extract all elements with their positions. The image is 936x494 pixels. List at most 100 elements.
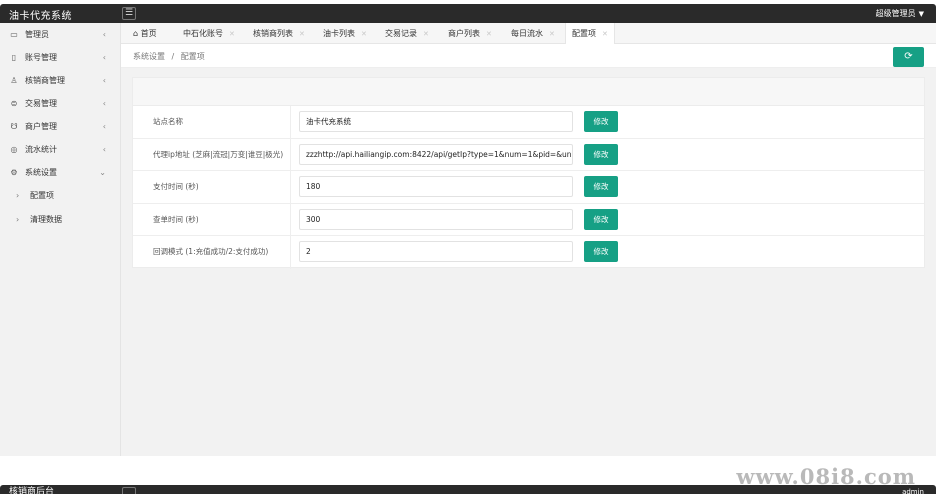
breadcrumb-bar: 系统设置 / 配置项 ⟳ bbox=[121, 44, 936, 68]
chevron-down-icon: ⌄ bbox=[99, 168, 106, 177]
tab-verify-merchants[interactable]: 核销商列表 ✕ bbox=[247, 23, 311, 44]
close-icon[interactable]: ✕ bbox=[486, 30, 492, 38]
close-icon[interactable]: ✕ bbox=[229, 30, 235, 38]
chevron-left-icon: ‹ bbox=[102, 145, 106, 154]
close-icon[interactable]: ✕ bbox=[361, 30, 367, 38]
menu-toggle-button[interactable] bbox=[122, 487, 136, 494]
save-callback-mode-button[interactable]: 修改 bbox=[584, 241, 618, 262]
tab-label: 每日流水 bbox=[511, 29, 543, 38]
setting-label: 回调模式 (1:充值成功/2:支付成功) bbox=[133, 236, 291, 269]
user-icon: ♙ bbox=[10, 76, 18, 85]
user-name: 超级管理员 bbox=[875, 9, 916, 18]
sidebar-item-statistics[interactable]: ◎ 流水统计 ‹ bbox=[0, 138, 120, 161]
sidebar-item-label: 管理员 bbox=[25, 30, 49, 39]
tab-transactions[interactable]: 交易记录 ✕ bbox=[379, 23, 435, 44]
phone-icon: ▯ bbox=[11, 53, 17, 62]
card-header bbox=[133, 78, 924, 106]
sidebar: ▭ 管理员 ‹ ▯ 账号管理 ‹ ♙ 核销商管理 ‹ ⊜ 交易管理 ‹ ☋ 商户管理 ‹ ◎ 流水统计… bbox=[0, 23, 121, 456]
sidebar-item-shops[interactable]: ☋ 商户管理 ‹ bbox=[0, 115, 120, 138]
breadcrumb-separator: / bbox=[171, 52, 175, 61]
settings-card: 站点名称 油卡代充系统 修改 代理ip地址 (芝麻|流冠|万变|谁豆|极光) z… bbox=[132, 77, 925, 269]
breadcrumb-parent[interactable]: 系统设置 bbox=[133, 52, 165, 61]
chevron-right-icon: › bbox=[16, 215, 20, 224]
tab-sinopec-accounts[interactable]: 中石化账号 ✕ bbox=[177, 23, 241, 44]
chevron-left-icon: ‹ bbox=[102, 30, 106, 39]
tab-label: 配置项 bbox=[572, 29, 596, 38]
database-icon: ⊜ bbox=[10, 99, 18, 108]
tab-label: 油卡列表 bbox=[323, 29, 355, 38]
chevron-right-icon: › bbox=[16, 191, 20, 200]
tab-label: 交易记录 bbox=[385, 29, 417, 38]
save-pay-time-button[interactable]: 修改 bbox=[584, 176, 618, 197]
caret-down-icon: ▼ bbox=[918, 10, 924, 18]
refresh-button[interactable]: ⟳ bbox=[893, 47, 924, 67]
hamburger-icon: ☰ bbox=[124, 8, 134, 18]
tab-bar: ⌂ 首页 中石化账号 ✕ 核销商列表 ✕ 油卡列表 ✕ 交易记录 ✕ 商户列表 ✕ 每日流… bbox=[121, 23, 936, 45]
handshake-icon: ☋ bbox=[10, 122, 18, 131]
tab-label: 商户列表 bbox=[448, 29, 480, 38]
gear-icon: ⚙ bbox=[10, 168, 18, 177]
sidebar-subitem-label: 配置项 bbox=[30, 191, 54, 200]
tab-label: 首页 bbox=[140, 29, 157, 38]
sidebar-item-label: 核销商管理 bbox=[25, 76, 65, 85]
sidebar-item-accounts[interactable]: ▯ 账号管理 ‹ bbox=[0, 46, 120, 69]
id-card-icon: ▭ bbox=[10, 30, 18, 39]
site-name-input[interactable]: 油卡代充系统 bbox=[299, 111, 573, 132]
app-title: 油卡代充系统 bbox=[9, 11, 72, 22]
pay-time-input[interactable]: 180 bbox=[299, 176, 573, 197]
breadcrumb-current: 配置项 bbox=[180, 52, 205, 61]
sidebar-item-label: 账号管理 bbox=[25, 53, 57, 62]
sidebar-item-settings[interactable]: ⚙ 系统设置 ⌄ bbox=[0, 161, 120, 184]
chevron-left-icon: ‹ bbox=[102, 76, 106, 85]
setting-label: 支付时间 (秒) bbox=[133, 171, 291, 203]
sidebar-item-admin[interactable]: ▭ 管理员 ‹ bbox=[0, 23, 120, 46]
sidebar-item-transactions[interactable]: ⊜ 交易管理 ‹ bbox=[0, 92, 120, 115]
tab-oil-cards[interactable]: 油卡列表 ✕ bbox=[317, 23, 373, 44]
chevron-left-icon: ‹ bbox=[102, 53, 106, 62]
chevron-left-icon: ‹ bbox=[102, 99, 106, 108]
refresh-icon: ⟳ bbox=[904, 51, 913, 62]
tab-daily-flow[interactable]: 每日流水 ✕ bbox=[505, 23, 561, 44]
main-content: 站点名称 油卡代充系统 修改 代理ip地址 (芝麻|流冠|万变|谁豆|极光) z… bbox=[121, 68, 936, 456]
second-window-user[interactable]: admin bbox=[902, 485, 924, 494]
user-menu[interactable]: 超级管理员 ▼ bbox=[876, 8, 924, 19]
sidebar-item-label: 系统设置 bbox=[25, 168, 57, 177]
breadcrumb: 系统设置 / 配置项 bbox=[133, 51, 205, 62]
save-proxy-ip-button[interactable]: 修改 bbox=[584, 143, 618, 165]
setting-row: 支付时间 (秒) 180 修改 bbox=[133, 171, 924, 204]
setting-label: 查单时间 (秒) bbox=[133, 203, 291, 235]
close-icon[interactable]: ✕ bbox=[423, 30, 429, 38]
home-icon: ⌂ bbox=[133, 29, 141, 38]
second-window-top-bar: 核销商后台 admin bbox=[0, 485, 936, 494]
close-icon[interactable]: ✕ bbox=[602, 30, 608, 38]
callback-mode-input[interactable]: 2 bbox=[299, 241, 573, 262]
setting-label: 代理ip地址 (芝麻|流冠|万变|谁豆|极光) bbox=[133, 138, 291, 170]
query-time-input[interactable]: 300 bbox=[299, 208, 573, 230]
tab-shops[interactable]: 商户列表 ✕ bbox=[442, 23, 498, 44]
close-icon[interactable]: ✕ bbox=[549, 30, 555, 38]
save-site-name-button[interactable]: 修改 bbox=[584, 111, 618, 132]
second-window-title: 核销商后台 bbox=[9, 487, 55, 494]
proxy-ip-input[interactable]: zzzhttp://api.hailiangip.com:8422/api/ge… bbox=[299, 143, 573, 165]
sidebar-item-label: 交易管理 bbox=[25, 99, 57, 108]
tab-home[interactable]: ⌂ 首页 bbox=[127, 23, 163, 44]
admin-window: 油卡代充系统 ☰ 超级管理员 ▼ ▭ 管理员 ‹ ▯ 账号管理 ‹ ♙ 核销商管理 ‹ ⊜ 交易… bbox=[0, 0, 936, 464]
sidebar-item-merchants-verify[interactable]: ♙ 核销商管理 ‹ bbox=[0, 69, 120, 92]
save-query-time-button[interactable]: 修改 bbox=[584, 208, 618, 230]
sidebar-item-label: 商户管理 bbox=[25, 122, 57, 131]
setting-row: 站点名称 油卡代充系统 修改 bbox=[133, 106, 924, 139]
setting-row: 回调模式 (1:充值成功/2:支付成功) 2 修改 bbox=[133, 236, 924, 269]
close-icon[interactable]: ✕ bbox=[299, 30, 305, 38]
chevron-left-icon: ‹ bbox=[102, 122, 106, 131]
chart-icon: ◎ bbox=[10, 145, 18, 154]
sidebar-subitem-clear-data[interactable]: › 清理数据 bbox=[0, 208, 120, 232]
sidebar-item-label: 流水统计 bbox=[25, 145, 57, 154]
tab-config[interactable]: 配置项 ✕ bbox=[565, 23, 615, 45]
setting-label: 站点名称 bbox=[133, 106, 291, 138]
menu-toggle-button[interactable]: ☰ bbox=[122, 7, 136, 20]
sidebar-subitem-config[interactable]: › 配置项 bbox=[0, 184, 120, 208]
tab-label: 中石化账号 bbox=[183, 29, 223, 38]
top-bar: 油卡代充系统 ☰ 超级管理员 ▼ bbox=[0, 4, 936, 23]
tab-label: 核销商列表 bbox=[253, 29, 293, 38]
setting-row: 代理ip地址 (芝麻|流冠|万变|谁豆|极光) zzzhttp://api.ha… bbox=[133, 138, 924, 171]
